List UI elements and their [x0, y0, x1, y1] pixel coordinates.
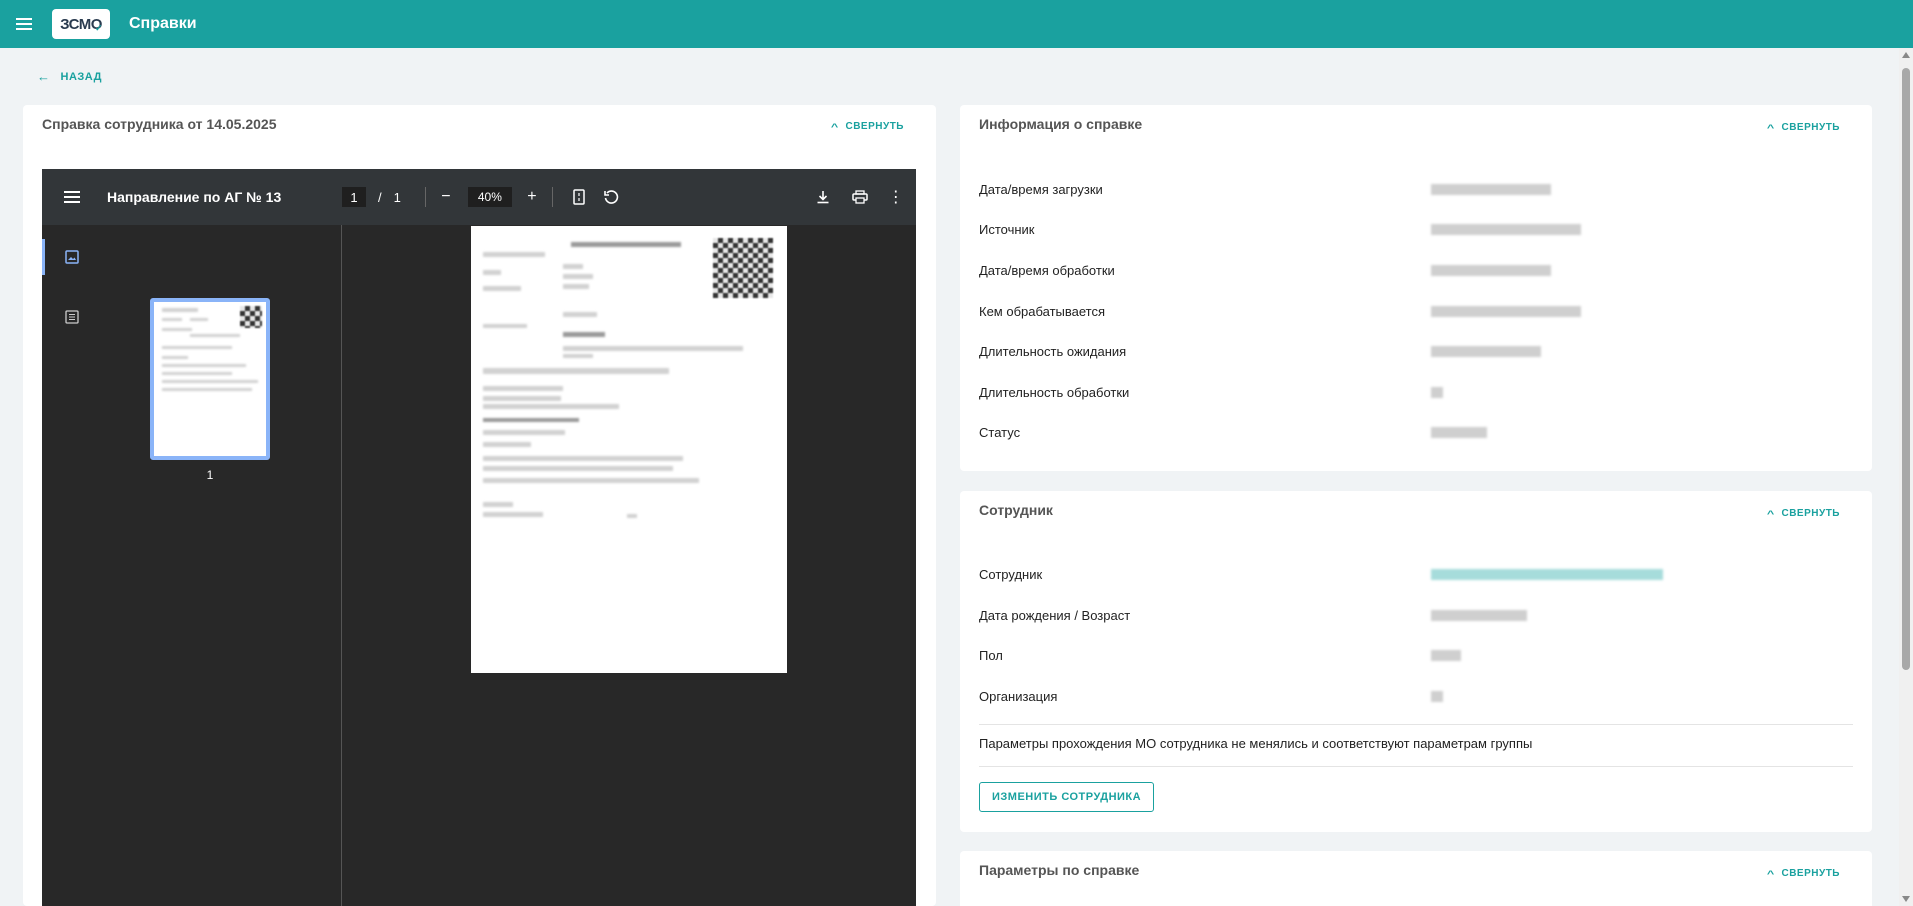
collapse-label: СВЕРНУТЬ [1781, 122, 1840, 133]
employee-label: Организация [979, 689, 1058, 704]
document-card: Справка сотрудника от 14.05.2025 ^ СВЕРН… [23, 105, 936, 906]
certificate-info-card: Информация о справке ^ СВЕРНУТЬ Дата/вре… [960, 105, 1872, 471]
redacted-value [1431, 306, 1581, 317]
pdf-menu-icon[interactable] [64, 191, 80, 203]
employee-row-name: Сотрудник [979, 567, 1849, 582]
chevron-up-icon: ^ [1766, 868, 1775, 879]
info-row-wait-duration: Длительность ожидания [979, 344, 1849, 359]
employee-collapse-button[interactable]: ^ СВЕРНУТЬ [1766, 508, 1840, 519]
scroll-down-arrow-icon[interactable] [1902, 896, 1910, 902]
back-label: НАЗАД [60, 70, 102, 83]
redacted-value [1431, 387, 1443, 398]
redacted-value [1431, 346, 1541, 357]
chevron-up-icon: ^ [1766, 122, 1775, 133]
page-thumbnail[interactable] [150, 298, 270, 460]
page-total: 1 [393, 189, 401, 205]
download-icon[interactable] [811, 185, 835, 209]
app-title: Справки [129, 15, 197, 32]
redacted-value [1431, 610, 1527, 621]
image-icon [65, 250, 79, 264]
redacted-value [1431, 265, 1551, 276]
certificate-info-collapse-button[interactable]: ^ СВЕРНУТЬ [1766, 122, 1840, 133]
divider [979, 724, 1853, 725]
info-row-source: Источник [979, 222, 1849, 237]
info-label: Дата/время обработки [979, 263, 1115, 278]
certificate-params-collapse-button[interactable]: ^ СВЕРНУТЬ [1766, 868, 1840, 879]
document-card-title: Справка сотрудника от 14.05.2025 [42, 116, 277, 132]
pdf-toolbar: Направление по АГ № 13 1 / 1 − 40% + ⋮ [42, 169, 916, 225]
pdf-sidebar: 1 [42, 225, 342, 906]
chevron-up-icon: ^ [1766, 508, 1775, 519]
redacted-value [1431, 650, 1461, 661]
info-row-processing-duration: Длительность обработки [979, 385, 1849, 400]
page-separator: / [378, 189, 382, 205]
info-label: Кем обрабатывается [979, 304, 1106, 319]
change-employee-button[interactable]: ИЗМЕНИТЬ СОТРУДНИКА [979, 782, 1155, 812]
zoom-input[interactable]: 40% [467, 187, 512, 207]
employee-label: Пол [979, 648, 1003, 663]
outline-tab[interactable] [42, 299, 102, 335]
employee-card-title: Сотрудник [979, 502, 1053, 518]
redacted-value [1431, 224, 1581, 235]
pdf-document-title: Направление по АГ № 13 [107, 189, 282, 205]
arrow-left-icon: ← [37, 69, 51, 84]
collapse-label: СВЕРНУТЬ [845, 121, 904, 132]
employee-card: Сотрудник ^ СВЕРНУТЬ Сотрудник Дата рожд… [960, 491, 1872, 832]
certificate-params-card: Параметры по справке ^ СВЕРНУТЬ [960, 851, 1872, 906]
certificate-info-title: Информация о справке [979, 116, 1143, 132]
pdf-viewer: Направление по АГ № 13 1 / 1 − 40% + ⋮ 1 [42, 169, 916, 906]
info-label: Длительность ожидания [979, 344, 1127, 359]
hamburger-menu-icon[interactable] [12, 12, 36, 36]
print-icon[interactable] [848, 185, 872, 209]
more-vertical-icon[interactable]: ⋮ [884, 185, 908, 209]
info-row-upload-time: Дата/время загрузки [979, 182, 1849, 197]
info-row-processed-by: Кем обрабатывается [979, 304, 1849, 319]
zoom-out-icon[interactable]: − [434, 185, 458, 209]
page-number-input[interactable]: 1 [342, 187, 366, 207]
employee-label: Дата рождения / Возраст [979, 608, 1131, 623]
chevron-up-icon: ^ [830, 121, 839, 132]
employee-params-note: Параметры прохождения МО сотрудника не м… [979, 736, 1533, 751]
employee-link[interactable] [1431, 569, 1663, 580]
pdf-page [471, 226, 787, 673]
info-row-status: Статус [979, 425, 1849, 440]
redacted-value [1431, 427, 1487, 438]
thumbnail-page-number: 1 [206, 468, 214, 482]
thumbnails-tab[interactable] [42, 239, 102, 275]
info-label: Источник [979, 222, 1035, 237]
redacted-value [1431, 184, 1551, 195]
certificate-params-title: Параметры по справке [979, 862, 1140, 878]
info-label: Длительность обработки [979, 385, 1130, 400]
redacted-value [1431, 691, 1443, 702]
scroll-thumb[interactable] [1902, 68, 1910, 670]
collapse-label: СВЕРНУТЬ [1781, 508, 1840, 519]
app-header: ЗСМО ✓ Справки [0, 0, 1913, 48]
logo-check-icon: ✓ [94, 23, 103, 33]
document-collapse-button[interactable]: ^ СВЕРНУТЬ [830, 121, 904, 132]
collapse-label: СВЕРНУТЬ [1781, 868, 1840, 879]
scroll-up-arrow-icon[interactable] [1902, 52, 1910, 58]
employee-row-organization: Организация [979, 689, 1849, 704]
employee-label: Сотрудник [979, 567, 1043, 582]
toolbar-divider [551, 187, 553, 207]
rotate-icon[interactable] [599, 185, 623, 209]
list-icon [65, 310, 79, 324]
toolbar-divider [424, 187, 426, 207]
back-link[interactable]: ← НАЗАД [37, 70, 102, 83]
divider [979, 766, 1853, 767]
page-scrollbar[interactable] [1899, 48, 1913, 906]
info-label: Дата/время загрузки [979, 182, 1103, 197]
info-label: Статус [979, 425, 1021, 440]
fit-page-icon[interactable] [567, 185, 591, 209]
app-logo[interactable]: ЗСМО ✓ [52, 9, 110, 39]
info-row-processing-time: Дата/время обработки [979, 263, 1849, 278]
zoom-in-icon[interactable]: + [520, 185, 544, 209]
employee-row-birthdate: Дата рождения / Возраст [979, 608, 1849, 623]
employee-row-gender: Пол [979, 648, 1849, 663]
